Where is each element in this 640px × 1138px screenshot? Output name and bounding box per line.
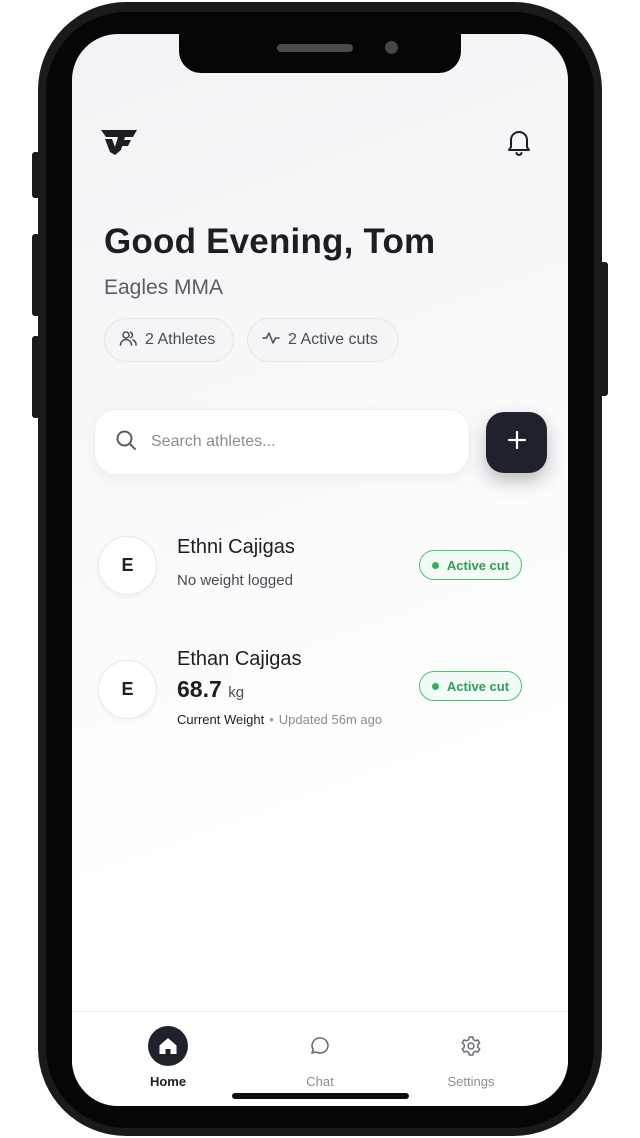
- updated-time: Updated 56m ago: [278, 712, 383, 727]
- volume-up-button: [32, 234, 40, 316]
- notch: [179, 34, 461, 73]
- tab-chat-label: Chat: [306, 1074, 334, 1089]
- plus-icon: [507, 430, 527, 455]
- status-dot-icon: [431, 561, 439, 569]
- status-dot-icon: [431, 682, 439, 690]
- athlete-name: Ethni Cajigas: [177, 536, 295, 558]
- weight-meta: Current Weight • Updated 56m ago: [177, 712, 382, 727]
- weight-label: Current Weight: [177, 712, 265, 727]
- tab-chat[interactable]: Chat: [260, 1012, 380, 1092]
- tab-home[interactable]: Home: [108, 1012, 228, 1092]
- power-button: [600, 262, 608, 396]
- weight-value: 68.7: [177, 676, 222, 702]
- app-screen: Good Evening, Tom Eagles MMA 2 Athletes …: [72, 34, 568, 1106]
- add-athlete-button[interactable]: [486, 412, 547, 473]
- team-name: Eagles MMA: [104, 276, 224, 299]
- speaker-grille: [277, 44, 353, 52]
- status-badge: Active cut: [419, 550, 522, 580]
- athlete-card[interactable]: E Ethan Cajigas 68.7 kg Current Weight • U…: [98, 642, 542, 732]
- status-badge: Active cut: [419, 671, 522, 701]
- volume-down-button: [32, 336, 40, 418]
- brand-logo-icon[interactable]: [100, 128, 138, 156]
- bell-icon[interactable]: [506, 128, 532, 156]
- users-icon: [119, 330, 137, 351]
- status-badge-label: Active cut: [446, 557, 510, 573]
- mute-switch: [32, 152, 40, 198]
- greeting-title: Good Evening, Tom: [104, 222, 436, 261]
- chat-bubble-icon: [300, 1026, 340, 1066]
- tab-home-label: Home: [149, 1074, 187, 1089]
- tab-settings[interactable]: Settings: [411, 1012, 531, 1092]
- front-camera: [385, 41, 398, 54]
- home-icon: [148, 1026, 188, 1066]
- gear-icon: [451, 1026, 491, 1066]
- athlete-name: Ethan Cajigas: [177, 648, 302, 670]
- weight-status: No weight logged: [177, 572, 293, 589]
- search-bar[interactable]: [94, 409, 470, 475]
- activity-icon: [262, 330, 280, 351]
- bottom-tab-bar: Home Chat Settings: [72, 1011, 568, 1106]
- athletes-count-label: 2 Athletes: [145, 331, 216, 348]
- avatar: E: [98, 660, 157, 719]
- active-cuts-chip[interactable]: 2 Active cuts: [247, 318, 399, 362]
- current-weight: 68.7 kg: [177, 676, 244, 703]
- athlete-card[interactable]: E Ethni Cajigas No weight logged Active …: [98, 530, 542, 620]
- status-badge-label: Active cut: [446, 678, 510, 694]
- home-indicator[interactable]: [232, 1093, 409, 1099]
- tab-settings-label: Settings: [447, 1074, 495, 1089]
- weight-unit: kg: [228, 684, 245, 701]
- search-icon: [115, 429, 137, 456]
- search-input[interactable]: [151, 433, 451, 451]
- meta-separator: •: [269, 712, 274, 727]
- avatar: E: [98, 536, 157, 595]
- active-cuts-label: 2 Active cuts: [288, 331, 378, 348]
- athletes-count-chip[interactable]: 2 Athletes: [104, 318, 234, 362]
